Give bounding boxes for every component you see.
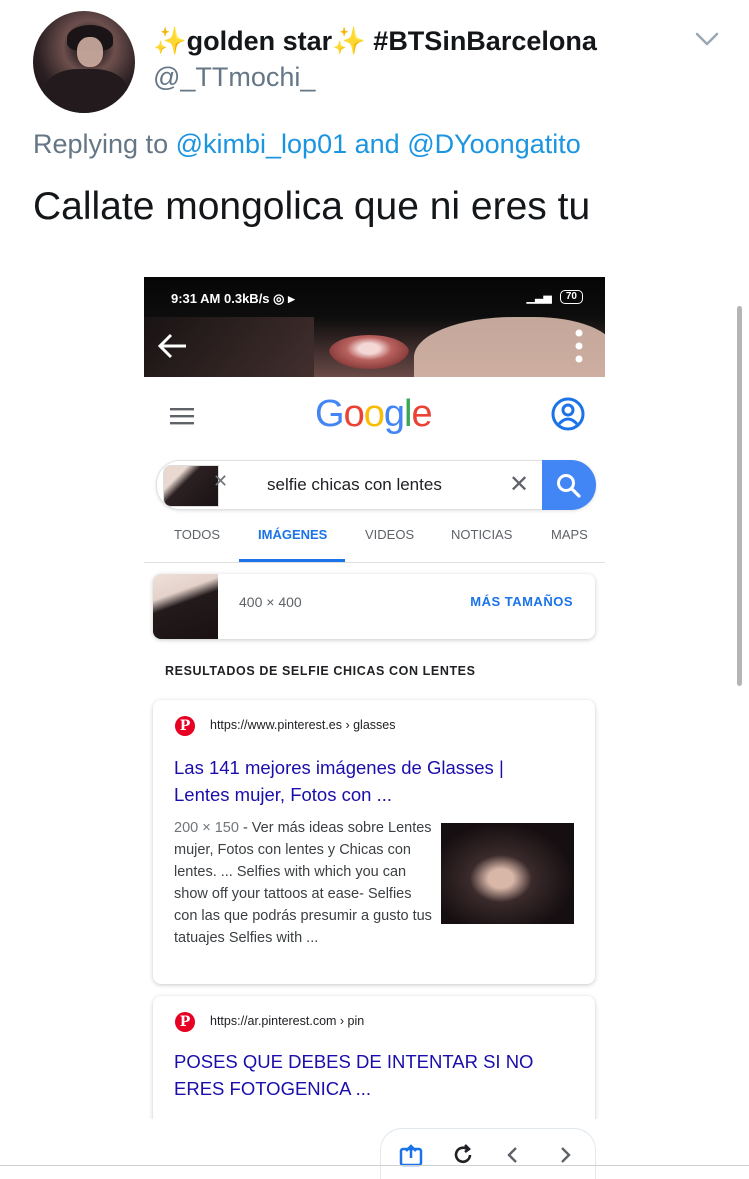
more-sizes-link[interactable]: MÁS TAMAÑOS xyxy=(470,594,573,609)
forward-icon[interactable] xyxy=(557,1143,573,1167)
mention-link[interactable]: @DYoongatito xyxy=(407,129,581,159)
scrollbar[interactable] xyxy=(737,306,742,686)
avatar[interactable] xyxy=(33,11,135,113)
twitter-bird-icon: ▸ xyxy=(288,291,295,306)
more-vert-icon[interactable] xyxy=(575,329,583,363)
logo-letter: o xyxy=(363,393,385,435)
battery-icon: 70 xyxy=(559,290,583,304)
divider xyxy=(0,1165,749,1166)
search-button[interactable] xyxy=(542,460,596,510)
pinterest-icon: P xyxy=(175,716,195,736)
image-dimensions: 400 × 400 xyxy=(239,594,302,610)
back-icon[interactable] xyxy=(505,1143,521,1167)
display-name[interactable]: ✨golden star✨ #BTSinBarcelona xyxy=(153,25,597,57)
reload-icon[interactable] xyxy=(451,1143,475,1167)
replying-to-label: Replying to xyxy=(33,129,169,159)
search-image-thumbnail[interactable] xyxy=(163,465,219,507)
hamburger-menu-icon[interactable] xyxy=(170,407,194,425)
result-snippet-text: - Ver más ideas sobre Lentes mujer, Foto… xyxy=(174,820,432,946)
logo-letter: e xyxy=(411,393,432,435)
sparkles-icon: ✨ xyxy=(332,26,366,56)
user-handle[interactable]: @_TTmochi_ xyxy=(153,62,315,93)
back-arrow-icon[interactable] xyxy=(156,331,188,361)
result-url[interactable]: https://www.pinterest.es › glasses xyxy=(210,718,396,732)
search-result[interactable]: P https://www.pinterest.es › glasses Las… xyxy=(153,700,595,984)
logo-letter: g xyxy=(383,393,405,435)
results-heading: RESULTADOS DE SELFIE CHICAS CON LENTES xyxy=(165,664,476,678)
chevron-down-icon[interactable] xyxy=(694,30,720,48)
search-bar[interactable]: ✕ selfie chicas con lentes ✕ xyxy=(156,460,596,510)
display-name-text: golden star xyxy=(186,26,333,56)
tab-maps[interactable]: MAPS xyxy=(551,527,588,542)
result-thumbnail[interactable] xyxy=(441,823,574,924)
mention-and: and xyxy=(354,129,400,159)
tweet-text: Callate mongolica que ni eres tu xyxy=(33,185,591,228)
clear-icon[interactable]: ✕ xyxy=(509,470,529,499)
tab-todos[interactable]: TODOS xyxy=(174,527,220,542)
whatsapp-icon: ◎ xyxy=(273,291,285,306)
result-snippet: 200 × 150 - Ver más ideas sobre Lentes m… xyxy=(174,817,434,949)
status-right: ▁▃▅ 70 xyxy=(526,290,583,304)
tab-videos[interactable]: VIDEOS xyxy=(365,527,414,542)
result-meta: 200 × 150 xyxy=(174,820,239,836)
sparkles-icon: ✨ xyxy=(153,26,187,56)
status-time: 9:31 AM xyxy=(171,291,221,306)
display-name-hashtag: #BTSinBarcelona xyxy=(373,26,597,56)
logo-letter: o xyxy=(343,393,365,435)
search-result[interactable]: P https://ar.pinterest.com › pin POSES Q… xyxy=(153,996,595,1119)
google-logo[interactable]: Google xyxy=(315,393,433,436)
result-url[interactable]: https://ar.pinterest.com › pin xyxy=(210,1014,364,1028)
attached-screenshot[interactable]: 9:31 AM 0.3kB/s ◎ ▸ ▁▃▅ 70 Google ✕ self… xyxy=(144,277,605,1119)
phone-header-image: 9:31 AM 0.3kB/s ◎ ▸ ▁▃▅ 70 xyxy=(144,277,605,377)
tab-noticias[interactable]: NOTICIAS xyxy=(451,527,512,542)
logo-letter: G xyxy=(315,393,345,435)
image-size-card[interactable]: 400 × 400 MÁS TAMAÑOS xyxy=(153,574,595,639)
remove-image-icon[interactable]: ✕ xyxy=(213,471,228,492)
replying-to: Replying to @kimbi_lop01 and @DYoongatit… xyxy=(33,129,581,160)
search-tabs: TODOS IMÁGENES VIDEOS NOTICIAS MAPS xyxy=(144,522,605,563)
active-tab-indicator xyxy=(239,559,345,562)
share-icon[interactable] xyxy=(399,1143,423,1167)
search-input[interactable]: selfie chicas con lentes xyxy=(267,475,442,495)
status-speed: 0.3kB/s xyxy=(224,291,270,306)
tab-imagenes[interactable]: IMÁGENES xyxy=(258,527,327,542)
search-icon xyxy=(557,474,581,498)
result-title[interactable]: Las 141 mejores imágenes de Glasses | Le… xyxy=(174,754,564,808)
status-bar: 9:31 AM 0.3kB/s ◎ ▸ xyxy=(171,291,295,307)
signal-icon: ▁▃▅ xyxy=(526,291,552,304)
browser-toolbar xyxy=(380,1128,596,1179)
pinterest-icon: P xyxy=(175,1012,195,1032)
query-image[interactable] xyxy=(153,574,218,639)
account-icon[interactable] xyxy=(551,397,585,431)
mention-link[interactable]: @kimbi_lop01 xyxy=(176,129,348,159)
result-title[interactable]: POSES QUE DEBES DE INTENTAR SI NO ERES F… xyxy=(174,1048,564,1102)
